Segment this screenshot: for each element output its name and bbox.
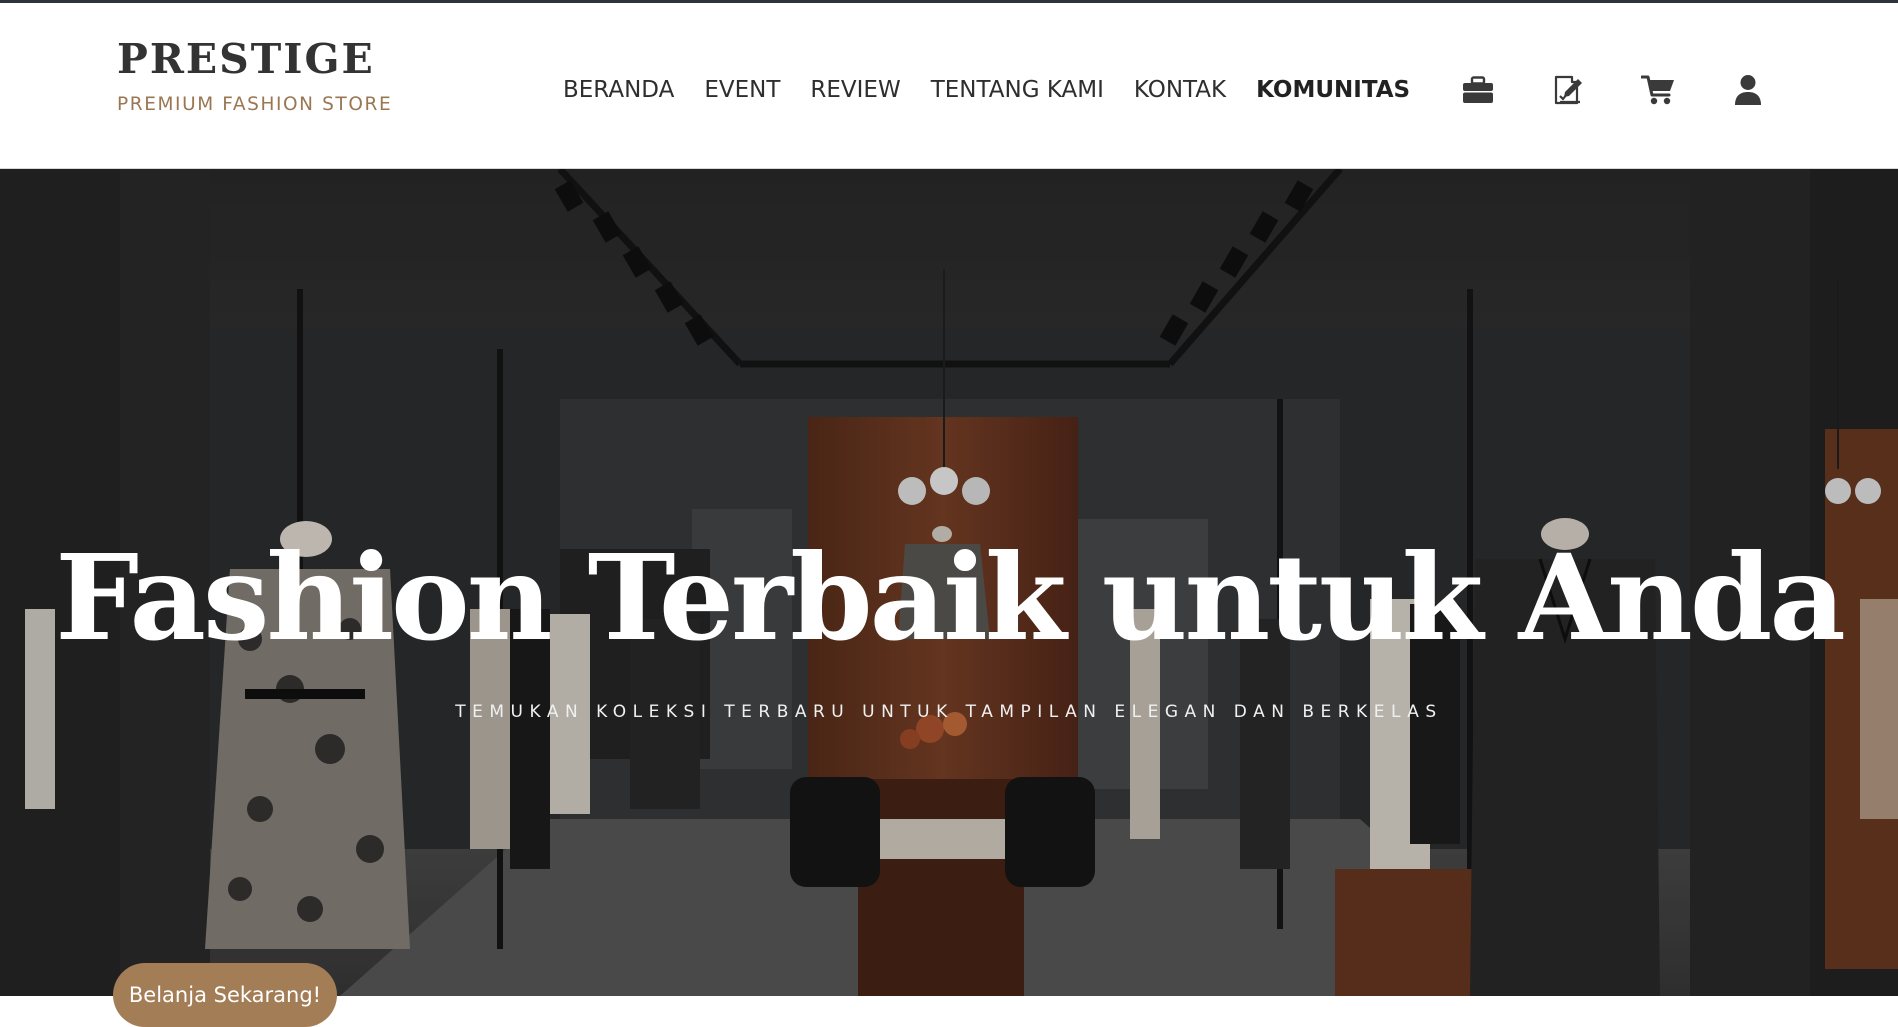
nav-link-kontak[interactable]: KONTAK — [1134, 72, 1226, 108]
main-navigation: BERANDA EVENT REVIEW TENTANG KAMI KONTAK… — [563, 72, 1440, 108]
brand-name: PRESTIGE — [117, 35, 375, 83]
nav-link-event[interactable]: EVENT — [704, 72, 780, 108]
hero-subtitle: TEMUKAN KOLEKSI TERBARU UNTUK TAMPILAN E… — [455, 702, 1443, 722]
brand-tagline: PREMIUM FASHION STORE — [117, 94, 393, 115]
cart-icon[interactable] — [1638, 69, 1678, 111]
briefcase-icon[interactable] — [1458, 69, 1498, 111]
user-icon[interactable] — [1728, 69, 1768, 111]
nav-link-review[interactable]: REVIEW — [810, 72, 900, 108]
site-header: PRESTIGE PREMIUM FASHION STORE BERANDA E… — [0, 3, 1898, 169]
shop-now-button[interactable]: Belanja Sekarang! — [113, 963, 337, 1027]
nav-link-komunitas[interactable]: KOMUNITAS — [1256, 72, 1410, 108]
brand-logo[interactable]: PRESTIGE PREMIUM FASHION STORE — [117, 33, 392, 117]
nav-link-tentang-kami[interactable]: TENTANG KAMI — [931, 72, 1104, 108]
hero-title: Fashion Terbaik untuk Anda — [55, 528, 1846, 667]
checklist-edit-icon[interactable] — [1548, 69, 1588, 111]
nav-link-beranda[interactable]: BERANDA — [563, 72, 674, 108]
